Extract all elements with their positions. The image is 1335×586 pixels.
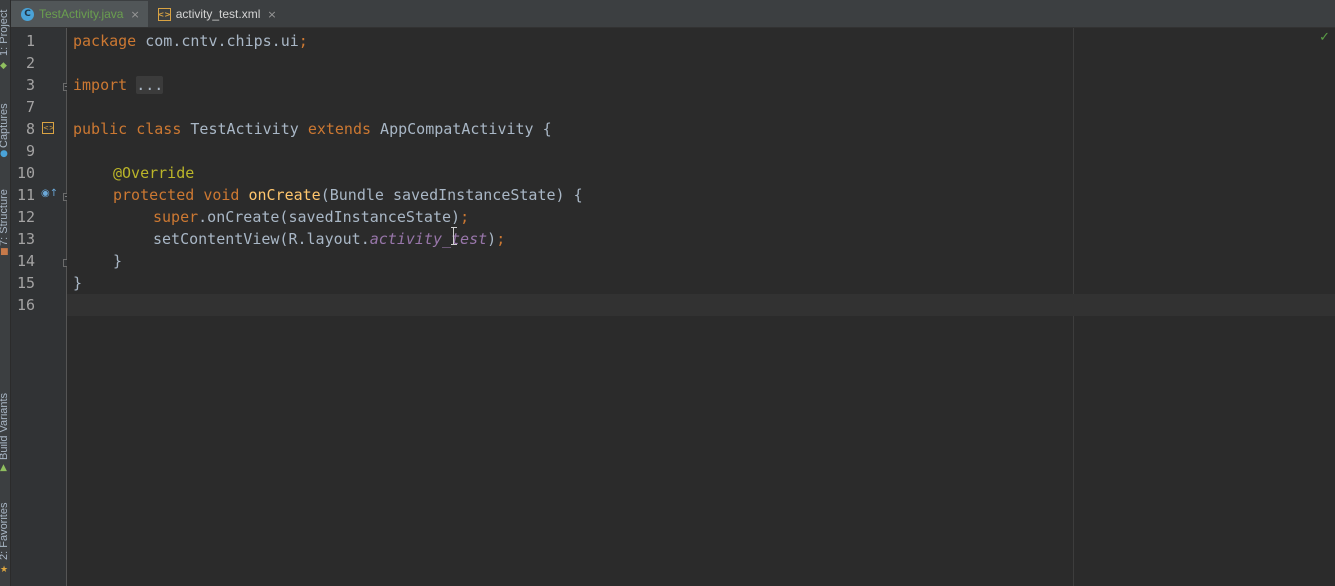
code-line-8[interactable]: public class TestActivity extends AppCom… xyxy=(73,118,552,140)
captures-tool-label: Captures xyxy=(0,103,10,148)
line-number: 9 xyxy=(25,142,35,160)
build-variants-tool-label: Build Variants xyxy=(0,392,10,460)
line-number: 2 xyxy=(25,54,35,72)
tab-activity-test-xml[interactable]: <> activity_test.xml × xyxy=(147,1,285,27)
project-tool-tab[interactable]: 1: Project xyxy=(0,0,10,56)
annotation: @Override xyxy=(113,164,195,182)
keyword: protected xyxy=(113,186,195,204)
android-icon: ▲ xyxy=(0,463,7,473)
semicolon: ; xyxy=(298,32,308,50)
code-text-area[interactable]: package com.cntv.chips.ui; import ... pu… xyxy=(67,28,1335,586)
code-line-14[interactable]: } xyxy=(113,250,122,272)
line-number: 14 xyxy=(16,252,35,270)
line-number: 1 xyxy=(25,32,35,50)
keyword: super xyxy=(153,208,199,226)
tab-test-activity-java[interactable]: C TestActivity.java × xyxy=(11,1,148,27)
code-text: com.cntv.chips.ui xyxy=(136,32,299,50)
java-class-icon: C xyxy=(21,7,34,21)
method-name: onCreate xyxy=(248,186,321,204)
line-number: 10 xyxy=(16,164,35,182)
code-line-15[interactable]: } xyxy=(73,272,82,294)
keyword: import xyxy=(73,76,128,94)
line-number: 12 xyxy=(16,208,35,226)
folded-imports-placeholder[interactable]: ... xyxy=(136,76,164,94)
code-line-3[interactable]: import ... xyxy=(73,74,164,96)
code-text: setContentView(R.layout. xyxy=(153,230,370,248)
tool-window-strip: 1: Project ◆ Captures ● 7: Structure ■ B… xyxy=(0,0,11,586)
structure-icon: ■ xyxy=(0,247,9,257)
xml-layout-icon: <> xyxy=(157,7,171,21)
code-text: (Bundle savedInstanceState) { xyxy=(320,186,583,204)
override-method-icon[interactable]: ◉↑ xyxy=(41,188,58,199)
structure-tool-label: 7: Structure xyxy=(0,189,10,246)
inspection-ok-icon[interactable]: ✓ xyxy=(1319,30,1330,45)
line-number: 16 xyxy=(16,296,35,314)
code-text: ) xyxy=(487,230,497,248)
line-number: 15 xyxy=(16,274,35,292)
star-icon: ★ xyxy=(0,565,9,575)
line-number: 7 xyxy=(25,98,35,116)
layout-resource-icon[interactable]: <> xyxy=(42,122,55,134)
line-number: 8 xyxy=(25,120,35,138)
code-text: AppCompatActivity { xyxy=(371,120,552,138)
captures-tool-tab[interactable]: Captures xyxy=(0,92,10,148)
class-name: TestActivity xyxy=(181,120,308,138)
tab-label: TestActivity.java xyxy=(39,7,124,21)
code-line-1[interactable]: package com.cntv.chips.ui; xyxy=(73,30,308,52)
keyword: class xyxy=(136,120,182,138)
project-icon: ◆ xyxy=(0,61,7,71)
current-line-highlight xyxy=(67,294,1335,316)
closing-brace: } xyxy=(113,252,123,270)
code-line-11[interactable]: protected void onCreate(Bundle savedInst… xyxy=(113,184,583,206)
field-reference: activity_test xyxy=(369,230,488,248)
line-number: 11 xyxy=(16,186,35,204)
code-line-12[interactable]: super.onCreate(savedInstanceState); xyxy=(153,206,469,228)
line-number: 3 xyxy=(25,76,35,94)
project-tool-label: 1: Project xyxy=(0,9,10,56)
text-cursor-icon xyxy=(451,227,457,245)
favorites-tool-tab[interactable]: 2: Favorites xyxy=(0,496,10,560)
code-editor[interactable]: 1 2 3 7 8 9 10 11 12 13 14 15 16 <> ◉↑ +… xyxy=(11,28,1335,586)
keyword: void xyxy=(203,186,240,204)
tab-label: activity_test.xml xyxy=(175,7,261,21)
line-number: 13 xyxy=(16,230,35,248)
structure-tool-tab[interactable]: 7: Structure xyxy=(0,176,10,246)
build-variants-tool-tab[interactable]: Build Variants xyxy=(0,384,10,460)
close-icon[interactable]: × xyxy=(267,8,276,21)
keyword: public xyxy=(73,120,128,138)
code-text: .onCreate(savedInstanceState) xyxy=(198,208,461,226)
keyword: extends xyxy=(307,120,372,138)
code-line-10[interactable]: @Override xyxy=(113,162,194,184)
closing-brace: } xyxy=(73,274,83,292)
close-icon[interactable]: × xyxy=(130,8,139,21)
captures-icon: ● xyxy=(0,149,8,159)
favorites-tool-label: 2: Favorites xyxy=(0,502,10,560)
editor-gutter[interactable]: 1 2 3 7 8 9 10 11 12 13 14 15 16 <> ◉↑ xyxy=(11,28,67,586)
semicolon: ; xyxy=(496,230,506,248)
keyword: package xyxy=(73,32,137,50)
semicolon: ; xyxy=(460,208,470,226)
editor-tab-bar: C TestActivity.java × <> activity_test.x… xyxy=(11,0,1335,28)
ide-window: 1: Project ◆ Captures ● 7: Structure ■ B… xyxy=(0,0,1335,586)
